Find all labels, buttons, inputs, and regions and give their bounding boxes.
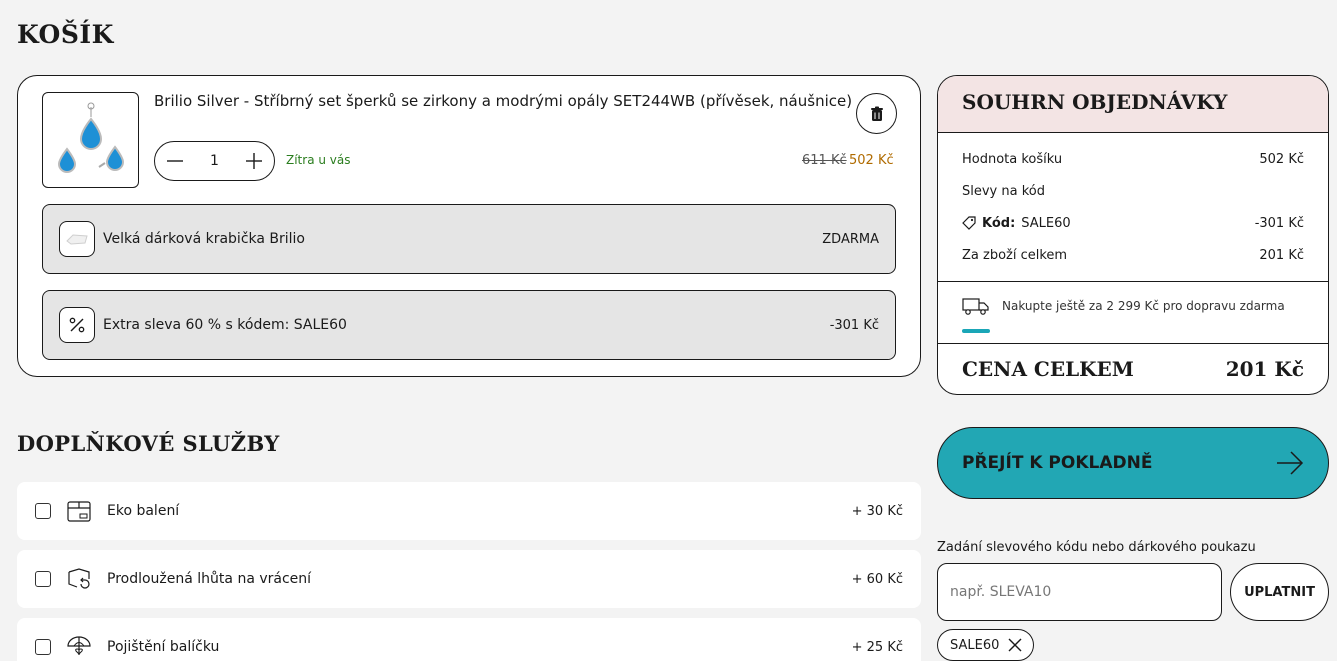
apply-coupon-button[interactable]: UPLATNIT [1230, 563, 1329, 621]
page-title: KOŠÍK [17, 20, 114, 49]
discount-label: Extra sleva 60 % s kódem: SALE60 [103, 317, 347, 333]
service-price: + 60 Kč [851, 571, 903, 587]
services-title: DOPLŇKOVÉ SLUŽBY [17, 431, 280, 456]
checkout-button[interactable]: PŘEJÍT K POKLADNĚ [937, 427, 1329, 499]
grand-total-label: CENA CELKEM [962, 357, 1134, 381]
grand-total-value: 201 Kč [1225, 357, 1304, 381]
service-price: + 25 Kč [851, 639, 903, 655]
checkout-label: PŘEJÍT K POKLADNĚ [962, 453, 1153, 473]
summary-line-label: Za zboží celkem [962, 247, 1068, 263]
summary-line-code-discounts: Slevy na kód [962, 175, 1304, 207]
service-label: Eko balení [107, 503, 180, 519]
applied-coupon-code: SALE60 [950, 637, 1000, 653]
applied-coupon-chip: SALE60 [937, 629, 1035, 661]
quantity-value[interactable]: 1 [210, 153, 219, 169]
summary-line-label: Hodnota košíku [962, 151, 1063, 167]
service-checkbox[interactable] [35, 503, 51, 519]
code-label: Kód: [982, 215, 1016, 231]
summary-line-code: Kód: SALE60 -301 Kč [962, 207, 1304, 239]
close-icon[interactable] [1007, 637, 1023, 653]
service-checkbox[interactable] [35, 639, 51, 655]
discount-row: Extra sleva 60 % s kódem: SALE60 -301 Kč [42, 290, 896, 360]
eco-box-icon [65, 497, 93, 525]
free-shipping-text: Nakupte ještě za 2 299 Kč pro dopravu zd… [1002, 299, 1285, 313]
summary-title: SOUHRN OBJEDNÁVKY [938, 76, 1328, 133]
current-price: 502 Kč [849, 153, 894, 168]
product-name[interactable]: Brilio Silver - Stříbrný set šperků se z… [154, 92, 852, 110]
tag-icon [962, 216, 976, 230]
service-item-eco-packaging[interactable]: Eko balení + 30 Kč [17, 482, 921, 540]
cart-item-card: Brilio Silver - Stříbrný set šperků se z… [17, 75, 921, 377]
summary-line-value: 502 Kč [1259, 151, 1304, 167]
service-item-extended-return[interactable]: Prodloužená lhůta na vrácení + 60 Kč [17, 550, 921, 608]
remove-item-button[interactable] [856, 93, 897, 134]
original-price: 611 Kč [802, 153, 847, 168]
quantity-decrease-button[interactable] [165, 151, 185, 171]
summary-line-value: -301 Kč [1254, 215, 1304, 231]
grand-total: CENA CELKEM 201 Kč [938, 344, 1328, 394]
delivery-estimate: Zítra u vás [286, 153, 351, 167]
umbrella-icon [65, 633, 93, 661]
service-price: + 30 Kč [851, 503, 903, 519]
summary-line-goods-total: Za zboží celkem 201 Kč [962, 239, 1304, 271]
summary-line-value: 201 Kč [1259, 247, 1304, 263]
gift-box-row: Velká dárková krabička Brilio ZDARMA [42, 204, 896, 274]
gift-box-value: ZDARMA [822, 231, 879, 247]
gift-box-icon [59, 221, 95, 257]
service-label: Prodloužená lhůta na vrácení [107, 571, 312, 587]
product-thumbnail[interactable] [42, 92, 139, 188]
quantity-stepper: 1 [154, 141, 275, 181]
free-shipping-bar [962, 329, 990, 333]
minus-icon [167, 160, 183, 162]
return-box-icon [65, 565, 93, 593]
quantity-increase-button[interactable] [244, 151, 264, 171]
summary-line-label: Slevy na kód [962, 183, 1045, 199]
coupon-input[interactable] [937, 563, 1222, 621]
summary-line-cart-value: Hodnota košíku 502 Kč [962, 143, 1304, 175]
arrow-right-icon [1277, 451, 1304, 475]
discount-value: -301 Kč [829, 317, 879, 333]
service-item-package-insurance[interactable]: Pojištění balíčku + 25 Kč [17, 618, 921, 661]
coupon-label: Zadání slevového kódu nebo dárkového pou… [937, 540, 1256, 555]
truck-icon [962, 298, 989, 315]
gift-box-label: Velká dárková krabička Brilio [103, 231, 305, 247]
percent-icon [59, 307, 95, 343]
free-shipping-progress: Nakupte ještě za 2 299 Kč pro dopravu zd… [938, 281, 1328, 344]
plus-icon [245, 153, 262, 169]
service-label: Pojištění balíčku [107, 639, 220, 655]
order-summary: SOUHRN OBJEDNÁVKY Hodnota košíku 502 Kč … [937, 75, 1329, 395]
service-checkbox[interactable] [35, 571, 51, 587]
trash-icon [870, 106, 883, 121]
code-value: SALE60 [1021, 215, 1071, 231]
